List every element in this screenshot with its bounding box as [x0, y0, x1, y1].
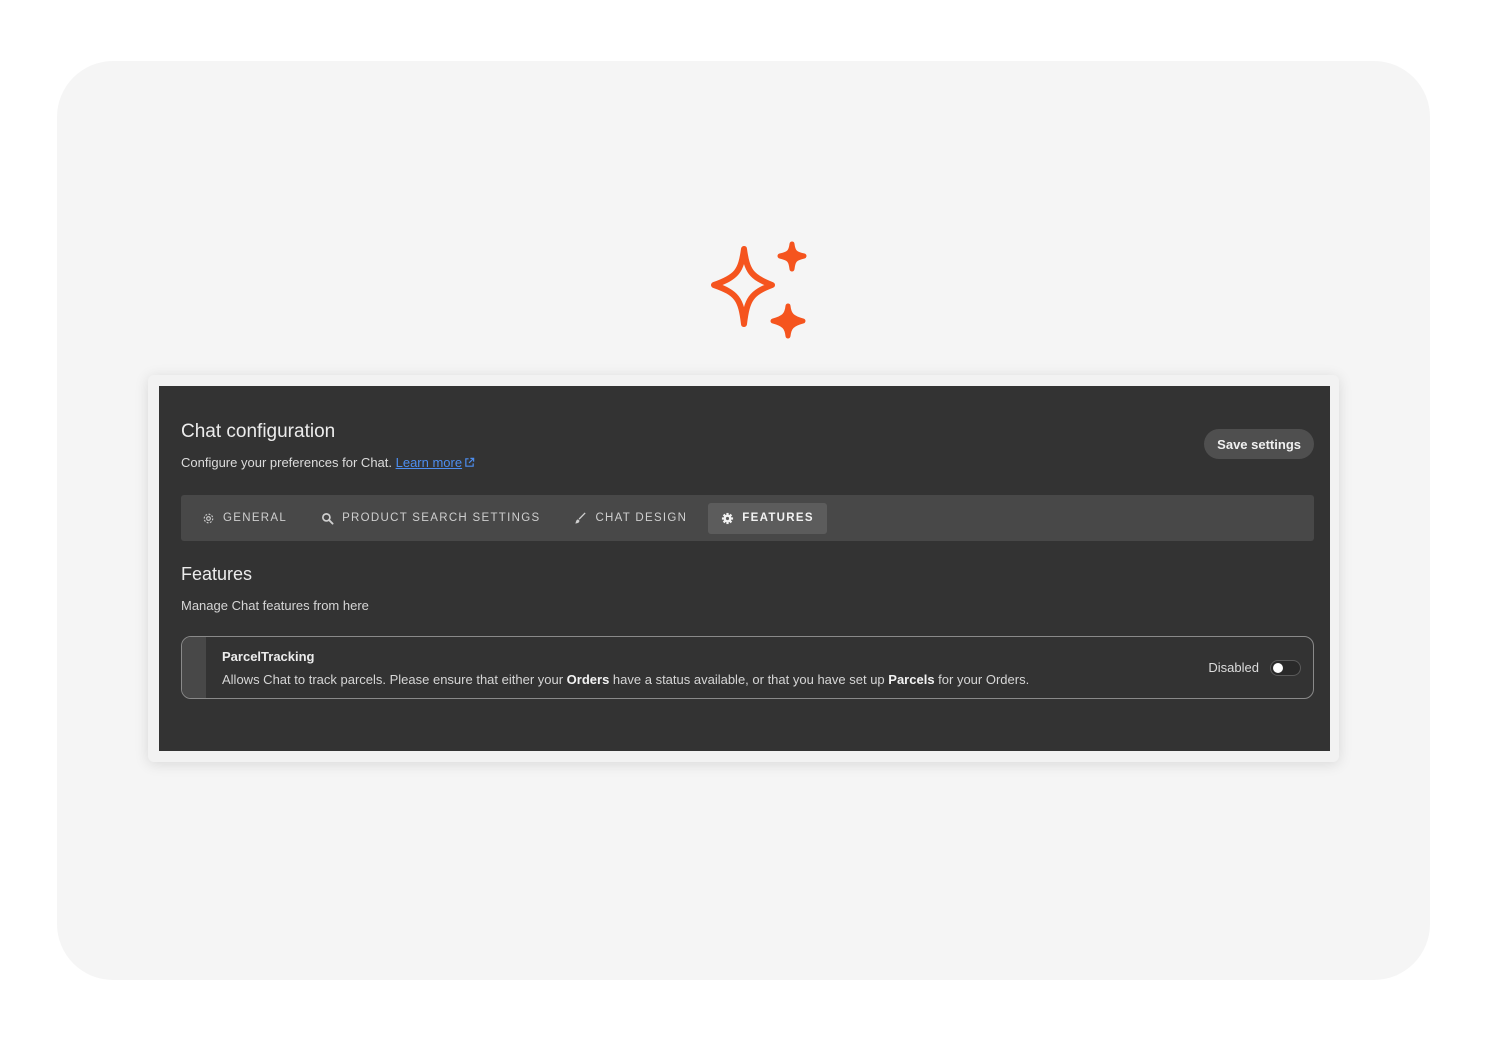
feature-toggle[interactable] [1270, 660, 1301, 676]
tab-general-label: GENERAL [223, 512, 288, 524]
sparkle-icon [711, 241, 807, 339]
feature-desc-part-3: for your Orders. [934, 672, 1030, 687]
tab-chat-design[interactable]: CHAT DESIGN [561, 503, 700, 534]
features-title: Features [181, 564, 253, 584]
feature-card-stripe [182, 637, 206, 698]
toggle-knob [1273, 663, 1283, 673]
external-link-icon [465, 457, 475, 467]
tab-features-label: FEATURES [742, 512, 814, 524]
save-settings-button[interactable]: Save settings [1204, 429, 1314, 459]
tab-product-search-settings[interactable]: PRODUCT SEARCH SETTINGS [308, 503, 553, 534]
feature-desc-part-2: have a status available, or that you hav… [609, 672, 889, 687]
features-subtitle: Manage Chat features from here [181, 598, 369, 613]
tab-product-search-settings-label: PRODUCT SEARCH SETTINGS [342, 512, 541, 524]
brush-icon [575, 511, 587, 524]
chat-configuration-panel: Chat configuration Configure your prefer… [159, 386, 1330, 751]
tab-chat-design-label: CHAT DESIGN [595, 512, 688, 524]
feature-desc-parcels: Parcels [888, 672, 935, 687]
page-title: Chat configuration [181, 421, 336, 442]
feature-name: ParcelTracking [222, 649, 315, 664]
page-subtitle: Configure your preferences for Chat. Lea… [181, 455, 475, 470]
feature-card-parcel-tracking: ParcelTracking Allows Chat to track parc… [181, 636, 1314, 699]
feature-description: Allows Chat to track parcels. Please ens… [222, 672, 1029, 687]
learn-more-label: Learn more [395, 455, 463, 470]
screenshot-frame: Chat configuration Configure your prefer… [148, 375, 1339, 762]
settings-tabs: GENERAL PRODUCT SEARCH SETTINGS CHAT DES… [181, 495, 1314, 541]
subtitle-text: Configure your preferences for Chat. [181, 455, 396, 470]
search-icon [322, 512, 334, 525]
gear-icon [722, 512, 734, 524]
learn-more-link[interactable]: Learn more [396, 455, 475, 470]
feature-status-label: Disabled [1208, 660, 1259, 675]
tab-features[interactable]: FEATURES [708, 502, 827, 534]
feature-desc-part-1: Allows Chat to track parcels. Please ens… [222, 672, 567, 687]
feature-desc-orders: Orders [566, 672, 610, 687]
tab-general[interactable]: GENERAL [189, 503, 300, 534]
gear-outline-icon [203, 513, 214, 523]
